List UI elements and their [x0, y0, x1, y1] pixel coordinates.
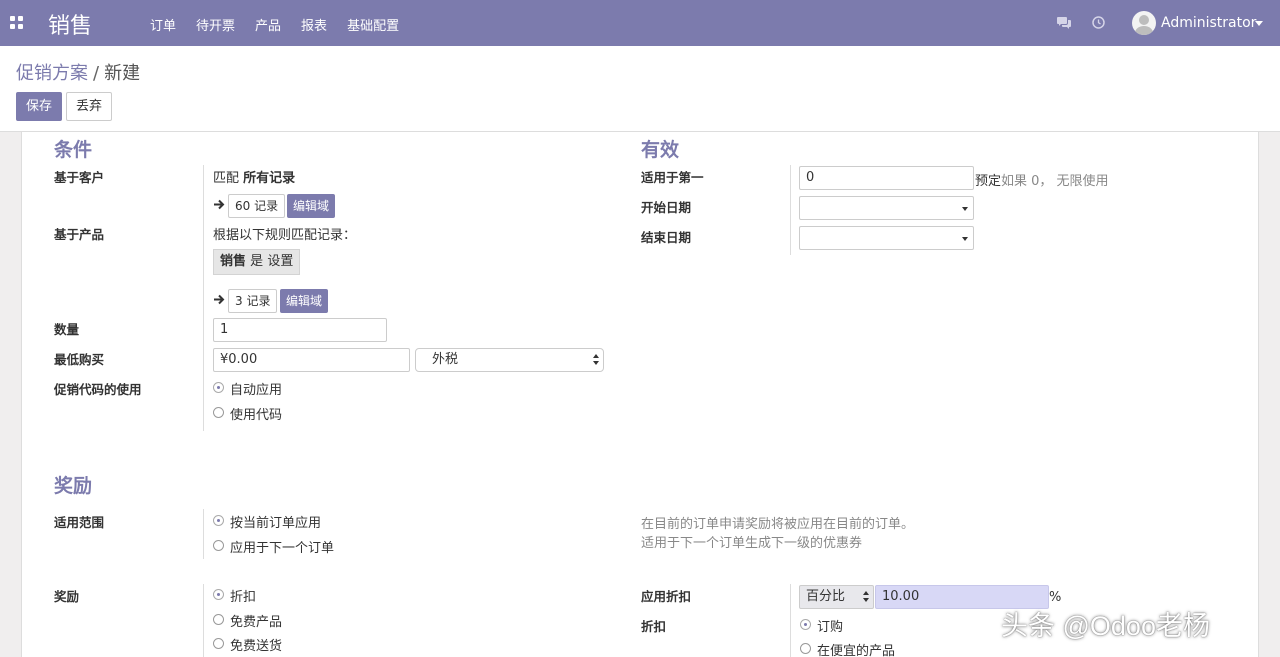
menu-item-orders[interactable]: 订单	[150, 15, 176, 34]
discount-unit: %	[1049, 590, 1062, 605]
reward-discount-label[interactable]: 折扣	[230, 586, 256, 605]
product-records-button[interactable]: 3 记录	[228, 289, 278, 313]
menu-item-reporting[interactable]: 报表	[301, 15, 327, 34]
min-purchase-input[interactable]: ¥0.00	[213, 348, 410, 372]
rewards-section-title: 奖励	[54, 475, 93, 497]
discount-type-select[interactable]: 百分比	[799, 585, 874, 609]
chat-icon[interactable]	[1057, 16, 1072, 29]
apply-first-suffix: 预定	[975, 174, 1002, 189]
product-rule-operator: 是	[250, 254, 264, 269]
watermark-text: 头条 @Odoo老杨	[1001, 611, 1210, 641]
code-usage-label: 促销代码的使用	[54, 382, 142, 397]
apply-first-label: 适用于第一	[641, 170, 704, 185]
reward-free-product-radio[interactable]	[213, 614, 224, 625]
min-purchase-label: 最低购买	[54, 352, 105, 367]
breadcrumb-parent[interactable]: 促销方案	[16, 63, 88, 84]
code-usage-auto-radio[interactable]	[213, 382, 224, 393]
scope-help-line-2: 适用于下一个订单生成下一级的优惠券	[641, 536, 863, 551]
end-date-label: 结束日期	[641, 230, 692, 245]
discount-on-order-label[interactable]: 订购	[817, 616, 843, 635]
top-navbar: 销售 订单 待开票 产品 报表 基础配置 Administrator	[0, 0, 1280, 46]
quantity-label: 数量	[54, 322, 80, 337]
product-label: 基于产品	[54, 227, 105, 242]
tax-mode-select[interactable]: 外税	[415, 348, 604, 372]
tax-mode-value: 外税	[432, 352, 459, 367]
breadcrumb: 促销方案 / 新建	[16, 59, 140, 85]
customer-match-value: 所有记录	[243, 171, 296, 186]
caret-down-icon	[962, 237, 968, 241]
scope-next-order-radio[interactable]	[213, 540, 224, 551]
user-menu-name[interactable]: Administrator	[1161, 15, 1256, 31]
caret-down-icon	[962, 207, 968, 211]
product-rule-text: 根据以下规则匹配记录：	[213, 228, 357, 243]
arrow-right-icon	[214, 199, 225, 210]
code-usage-code-radio[interactable]	[213, 407, 224, 418]
apps-menu-icon[interactable]	[10, 16, 23, 29]
main-menu: 订单 待开票 产品 报表 基础配置	[150, 15, 419, 34]
save-button[interactable]: 保存	[16, 92, 62, 121]
conditions-section-title: 条件	[54, 139, 93, 161]
discount-apply-on-label: 折扣	[641, 619, 667, 634]
code-usage-code-label[interactable]: 使用代码	[230, 404, 282, 423]
code-usage-auto-label[interactable]: 自动应用	[230, 379, 282, 398]
product-edit-domain-button[interactable]: 编辑域	[280, 289, 329, 313]
scope-label: 适用范围	[54, 515, 105, 530]
scope-current-order-radio[interactable]	[213, 515, 224, 526]
breadcrumb-separator: /	[93, 63, 100, 84]
reward-free-product-label[interactable]: 免费产品	[230, 611, 282, 630]
discard-button[interactable]: 丢弃	[66, 92, 112, 121]
reward-discount-radio[interactable]	[213, 589, 224, 600]
product-rule-value: 设置	[267, 254, 294, 269]
start-date-input[interactable]	[799, 196, 974, 220]
start-date-label: 开始日期	[641, 200, 692, 215]
end-date-input[interactable]	[799, 226, 974, 250]
customer-edit-domain-button[interactable]: 编辑域	[287, 194, 336, 218]
validity-section-title: 有效	[641, 139, 680, 161]
user-menu-caret-icon[interactable]	[1255, 21, 1263, 26]
control-panel: 促销方案 / 新建 保存 丢弃	[0, 46, 1280, 132]
user-avatar[interactable]	[1132, 11, 1156, 35]
validity-divider	[790, 165, 791, 255]
menu-item-products[interactable]: 产品	[255, 15, 281, 34]
discount-cheapest-product-radio[interactable]	[800, 643, 811, 654]
select-updown-icon	[593, 354, 599, 366]
reward-free-shipping-label[interactable]: 免费送货	[230, 635, 282, 654]
discount-divider	[790, 584, 791, 657]
breadcrumb-current: 新建	[104, 63, 141, 84]
scope-next-order-label[interactable]: 应用于下一个订单	[230, 537, 334, 556]
reward-free-shipping-radio[interactable]	[213, 638, 224, 649]
select-updown-icon	[863, 591, 869, 603]
customer-match-prefix: 匹配	[213, 171, 240, 186]
form-sheet: 条件 基于客户 匹配 所有记录 60 记录 编辑域 基于产品 根据以下规则匹配记…	[21, 132, 1259, 657]
quantity-input[interactable]: 1	[213, 318, 387, 342]
customer-records-button[interactable]: 60 记录	[228, 194, 286, 218]
menu-item-configuration[interactable]: 基础配置	[347, 15, 399, 34]
discount-on-order-radio[interactable]	[800, 619, 811, 630]
product-domain-rule: 销售 是 设置	[213, 249, 301, 275]
activity-clock-icon[interactable]	[1092, 16, 1105, 29]
reward-divider	[203, 584, 204, 657]
arrow-right-icon	[214, 294, 225, 305]
product-rule-field: 销售	[220, 254, 247, 269]
reward-label: 奖励	[54, 589, 80, 604]
apply-discount-label: 应用折扣	[641, 589, 692, 604]
app-brand[interactable]: 销售	[48, 8, 92, 40]
apply-first-input[interactable]: 0	[799, 166, 974, 190]
discount-cheapest-product-label[interactable]: 在便宜的产品	[817, 640, 895, 657]
scope-current-order-label[interactable]: 按当前订单应用	[230, 512, 321, 531]
customer-domain-summary: 匹配 所有记录	[213, 167, 295, 186]
scope-help-line-1: 在目前的订单申请奖励将被应用在目前的订单。	[641, 517, 915, 532]
menu-item-to-invoice[interactable]: 待开票	[196, 15, 235, 34]
apply-first-help: 如果 0， 无限使用	[1001, 174, 1109, 189]
customer-label: 基于客户	[54, 170, 105, 185]
discount-type-value: 百分比	[806, 589, 846, 604]
conditions-divider	[203, 165, 204, 431]
scope-divider	[203, 509, 204, 559]
